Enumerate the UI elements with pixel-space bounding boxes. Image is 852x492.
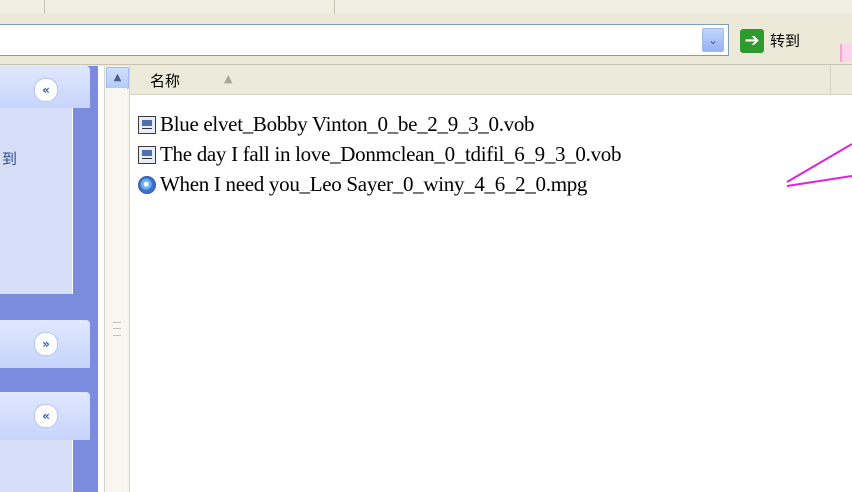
task-section-body: 到 (0, 108, 73, 294)
toolbar-separator (44, 0, 45, 14)
task-section-header[interactable]: « (0, 66, 90, 108)
task-section-header[interactable]: « (0, 392, 90, 440)
file-row[interactable]: When I need you_Leo Sayer_0_winy_4_6_2_0… (138, 172, 838, 202)
sort-ascending-icon: ▲ (224, 72, 233, 85)
scroll-thumb[interactable] (106, 88, 127, 492)
collapse-chevron-icon[interactable]: « (34, 404, 58, 428)
column-name-label: 名称 (150, 72, 181, 90)
scroll-grip-icon (113, 322, 121, 336)
vertical-scrollbar[interactable]: ▲ (104, 66, 130, 492)
task-section-header[interactable]: » (0, 320, 90, 368)
go-label: 转到 (770, 32, 801, 50)
file-name: When I need you_Leo Sayer_0_winy_4_6_2_0… (160, 172, 588, 196)
video-file-icon (138, 116, 156, 134)
file-name: Blue elvet_Bobby Vinton_0_be_2_9_3_0.vob (160, 112, 535, 136)
column-name-header[interactable]: 名称 ▲ (130, 66, 831, 94)
column-header: 名称 ▲ (130, 66, 852, 95)
address-input[interactable] (0, 24, 729, 56)
expand-chevron-icon[interactable]: » (34, 332, 58, 356)
task-pane: « 到 » « (0, 66, 98, 492)
toolbar-strip (0, 0, 852, 15)
address-dropdown-button[interactable]: ⌄ (702, 28, 724, 52)
toolbar-separator (334, 0, 335, 14)
media-player-icon (138, 176, 156, 194)
file-pane: ▲ 名称 ▲ Blue elvet_Bobby Vinton_0_be_2_9_… (98, 66, 852, 492)
collapse-chevron-icon[interactable]: « (34, 78, 58, 102)
task-section-body (0, 440, 73, 492)
go-arrow-icon: ➔ (740, 29, 764, 53)
scroll-up-button[interactable]: ▲ (106, 67, 129, 89)
file-list: Blue elvet_Bobby Vinton_0_be_2_9_3_0.vob… (138, 112, 838, 202)
annotation-fragment (840, 44, 852, 62)
address-bar: ⌄ ➔ 转到 (0, 14, 852, 65)
video-file-icon (138, 146, 156, 164)
file-row[interactable]: Blue elvet_Bobby Vinton_0_be_2_9_3_0.vob (138, 112, 838, 142)
file-name: The day I fall in love_Donmclean_0_tdifi… (160, 142, 622, 166)
file-row[interactable]: The day I fall in love_Donmclean_0_tdifi… (138, 142, 838, 172)
go-button[interactable]: ➔ 转到 (740, 29, 840, 53)
task-link-fragment[interactable]: 到 (2, 148, 17, 169)
